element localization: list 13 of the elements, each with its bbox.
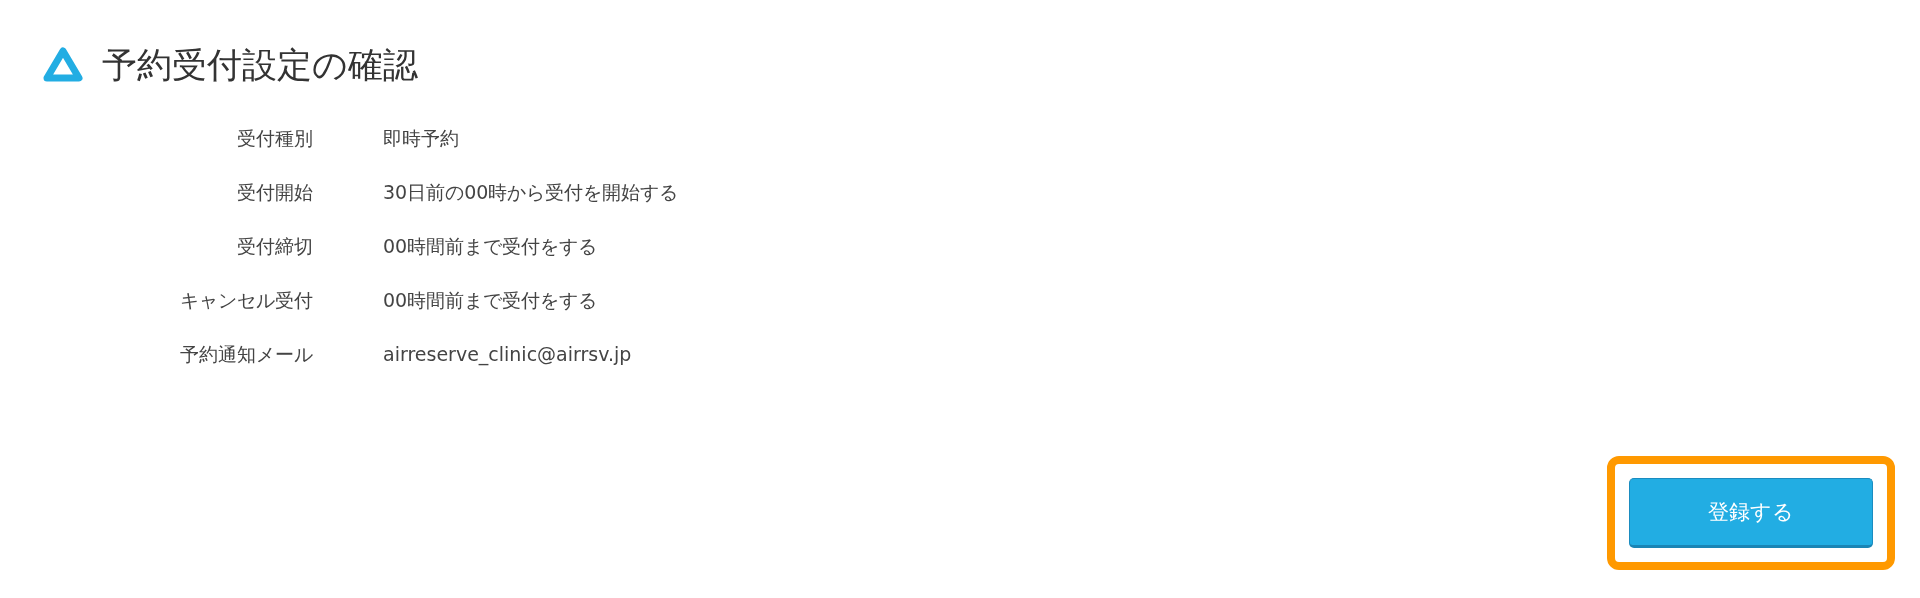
setting-label: 受付種別 bbox=[236, 126, 313, 151]
setting-value: 30日前の00時から受付を開始する bbox=[383, 180, 680, 205]
setting-value: 00時間前まで受付をする bbox=[383, 234, 599, 259]
setting-label: キャンセル受付 bbox=[179, 288, 313, 313]
setting-value: 00時間前まで受付をする bbox=[383, 288, 599, 313]
setting-value: airreserve_clinic@airrsv.jp bbox=[383, 342, 633, 368]
setting-label: 予約通知メール bbox=[179, 342, 313, 367]
setting-label: 受付開始 bbox=[236, 180, 313, 205]
setting-label: 受付締切 bbox=[236, 234, 313, 259]
register-button[interactable]: 登録する bbox=[1629, 478, 1873, 548]
setting-value: 即時予約 bbox=[383, 126, 460, 151]
page-title: 予約受付設定の確認 bbox=[102, 43, 418, 87]
triangle-logo-icon bbox=[42, 46, 84, 84]
